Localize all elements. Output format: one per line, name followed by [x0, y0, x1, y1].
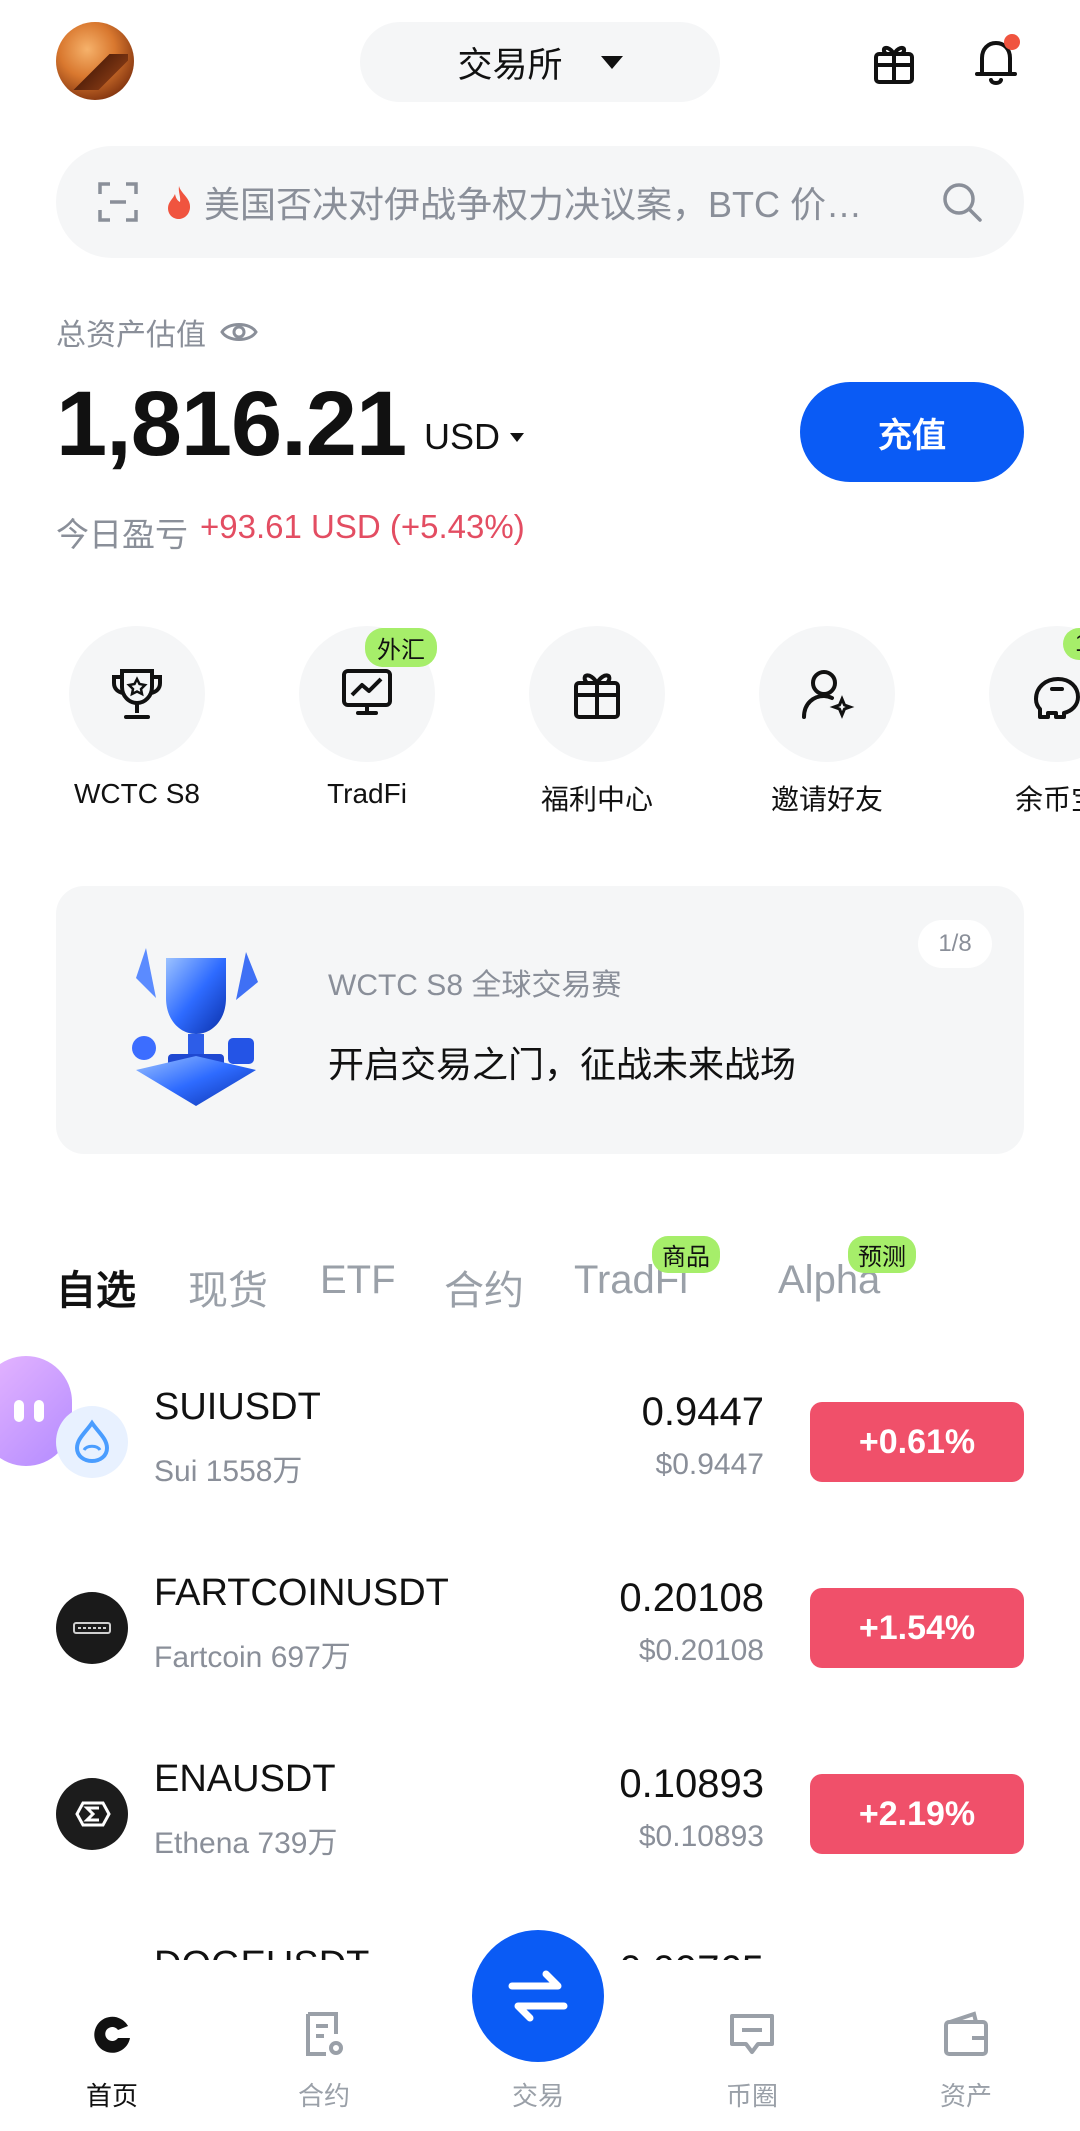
- nav-label: 币圈: [725, 2081, 778, 2111]
- gift-icon: [574, 673, 620, 719]
- asset-label-text: 总资产估值: [56, 319, 206, 352]
- fire-icon: [168, 186, 191, 219]
- nav-square[interactable]: 币圈: [672, 2010, 832, 2113]
- shortcut-wctc[interactable]: WCTC S8: [37, 626, 237, 810]
- chart-monitor-icon: [342, 669, 392, 715]
- nav-assets[interactable]: 资产: [886, 2010, 1046, 2113]
- deposit-button[interactable]: 充值: [800, 382, 1024, 482]
- ethena-logo: [56, 1778, 128, 1850]
- document-icon: [306, 2012, 343, 2056]
- market-tabs: 自选 现货 ETF 合约 TradFi 商品 Alpha 预测: [56, 1236, 1056, 1332]
- nav-label: 合约: [297, 2081, 350, 2111]
- tab-spot[interactable]: 现货: [188, 1258, 268, 1316]
- market-row[interactable]: FARTCOINUSDT Fartcoin 697万 0.20108 $0.20…: [0, 1538, 1080, 1724]
- home-icon: [94, 2016, 130, 2053]
- shortcut-label: 邀请好友: [770, 784, 883, 815]
- tab-tag: 商品: [652, 1236, 720, 1273]
- pnl-label: 今日盈亏: [56, 516, 188, 553]
- chevron-down-icon: [600, 55, 623, 69]
- row-price-usd: $0.9447: [655, 1448, 764, 1481]
- promo-banner[interactable]: WCTC S8 全球交易赛 开启交易之门，征战未来战场 1/8: [56, 886, 1024, 1154]
- user-star-icon: [802, 670, 855, 719]
- trade-button[interactable]: [472, 1930, 604, 2062]
- sui-drop-icon: [74, 1419, 110, 1464]
- gift-icon[interactable]: [870, 38, 918, 86]
- tab-watchlist[interactable]: 自选: [56, 1258, 136, 1316]
- exchange-switch[interactable]: 交易所: [360, 22, 720, 102]
- fartcoin-logo: [56, 1592, 128, 1664]
- chevron-down-icon: [510, 432, 525, 442]
- notification-dot: [1004, 34, 1020, 50]
- sui-logo: [56, 1406, 128, 1478]
- shortcut-tag: 外汇: [365, 628, 437, 667]
- shortcut-savings[interactable]: 余币宝 1: [957, 626, 1080, 818]
- nav-futures[interactable]: 合约: [244, 2010, 404, 2113]
- nav-label: 资产: [939, 2081, 992, 2111]
- row-price: 0.9447: [641, 1390, 764, 1434]
- trophy-icon: [112, 669, 162, 719]
- search-input[interactable]: 美国否决对伊战争权力决议案，BTC 价…: [204, 176, 924, 228]
- shortcut-invite[interactable]: 邀请好友: [727, 626, 927, 818]
- ethena-icon: [75, 1801, 111, 1827]
- row-change[interactable]: +2.19%: [810, 1774, 1024, 1854]
- nav-label-trade: 交易: [511, 2081, 564, 2111]
- top-header: 交易所: [0, 0, 1080, 128]
- asset-label: 总资产估值: [56, 310, 258, 354]
- shortcut-circle: [529, 626, 665, 762]
- row-price-usd: $0.10893: [638, 1820, 764, 1853]
- shortcut-label: 福利中心: [540, 784, 653, 815]
- row-change[interactable]: +1.54%: [810, 1588, 1024, 1668]
- row-change[interactable]: +0.61%: [810, 1402, 1024, 1482]
- banner-page-indicator: 1/8: [918, 920, 992, 968]
- trophy-illustration: [132, 948, 258, 1106]
- exchange-label: 交易所: [457, 45, 563, 85]
- piggy-bank-icon: [1034, 677, 1080, 719]
- tab-etf[interactable]: ETF: [320, 1258, 396, 1303]
- scan-icon[interactable]: [96, 180, 140, 224]
- chat-square-icon: [730, 2014, 774, 2054]
- shortcut-row: WCTC S8 TradFi 外汇 福利中心 邀请好友 余币: [0, 626, 1080, 826]
- row-price-usd: $0.20108: [638, 1634, 764, 1667]
- shortcut-label: 余币宝: [1014, 784, 1080, 815]
- tab-tag: 预测: [848, 1236, 916, 1273]
- shortcut-benefits[interactable]: 福利中心: [497, 626, 697, 818]
- search-icon[interactable]: [940, 180, 984, 224]
- shortcut-circle: [69, 626, 205, 762]
- row-volume: Ethena 739万: [154, 1827, 338, 1860]
- swap-arrows-icon: [508, 1970, 568, 2022]
- currency-selector[interactable]: USD: [424, 416, 525, 458]
- market-row[interactable]: SUIUSDT Sui 1558万 0.9447 $0.9447 +0.61%: [0, 1352, 1080, 1538]
- fartcoin-wordmark-icon: [73, 1622, 111, 1634]
- tab-futures[interactable]: 合约: [444, 1258, 524, 1316]
- row-volume: Fartcoin 697万: [154, 1641, 351, 1674]
- banner-title: 开启交易之门，征战未来战场: [328, 1044, 797, 1085]
- row-symbol: SUIUSDT: [154, 1386, 321, 1428]
- market-row[interactable]: ENAUSDT Ethena 739万 0.10893 $0.10893 +2.…: [0, 1724, 1080, 1910]
- pnl-value: +93.61 USD (+5.43%): [200, 508, 525, 545]
- shortcut-label: TradFi: [327, 778, 407, 809]
- shortcut-tradfi[interactable]: TradFi 外汇: [267, 626, 467, 810]
- search-bar[interactable]: 美国否决对伊战争权力决议案，BTC 价…: [56, 146, 1024, 258]
- row-volume: Sui 1558万: [154, 1455, 303, 1488]
- total-asset-value: 1,816.21: [56, 373, 407, 475]
- row-symbol: ENAUSDT: [154, 1758, 336, 1800]
- eye-icon[interactable]: [220, 319, 258, 345]
- banner-subtitle: WCTC S8 全球交易赛: [328, 969, 622, 1002]
- shortcut-label: WCTC S8: [74, 778, 200, 809]
- row-price: 0.20108: [619, 1576, 764, 1620]
- wallet-icon: [944, 2011, 988, 2056]
- nav-label: 首页: [85, 2081, 138, 2111]
- row-price: 0.10893: [619, 1762, 764, 1806]
- shortcut-circle: [759, 626, 895, 762]
- row-symbol: FARTCOINUSDT: [154, 1572, 449, 1614]
- avatar[interactable]: [56, 22, 134, 100]
- daily-pnl: 今日盈亏 +93.61 USD (+5.43%): [56, 508, 525, 556]
- nav-home[interactable]: 首页: [32, 2010, 192, 2113]
- currency-label: USD: [424, 416, 501, 457]
